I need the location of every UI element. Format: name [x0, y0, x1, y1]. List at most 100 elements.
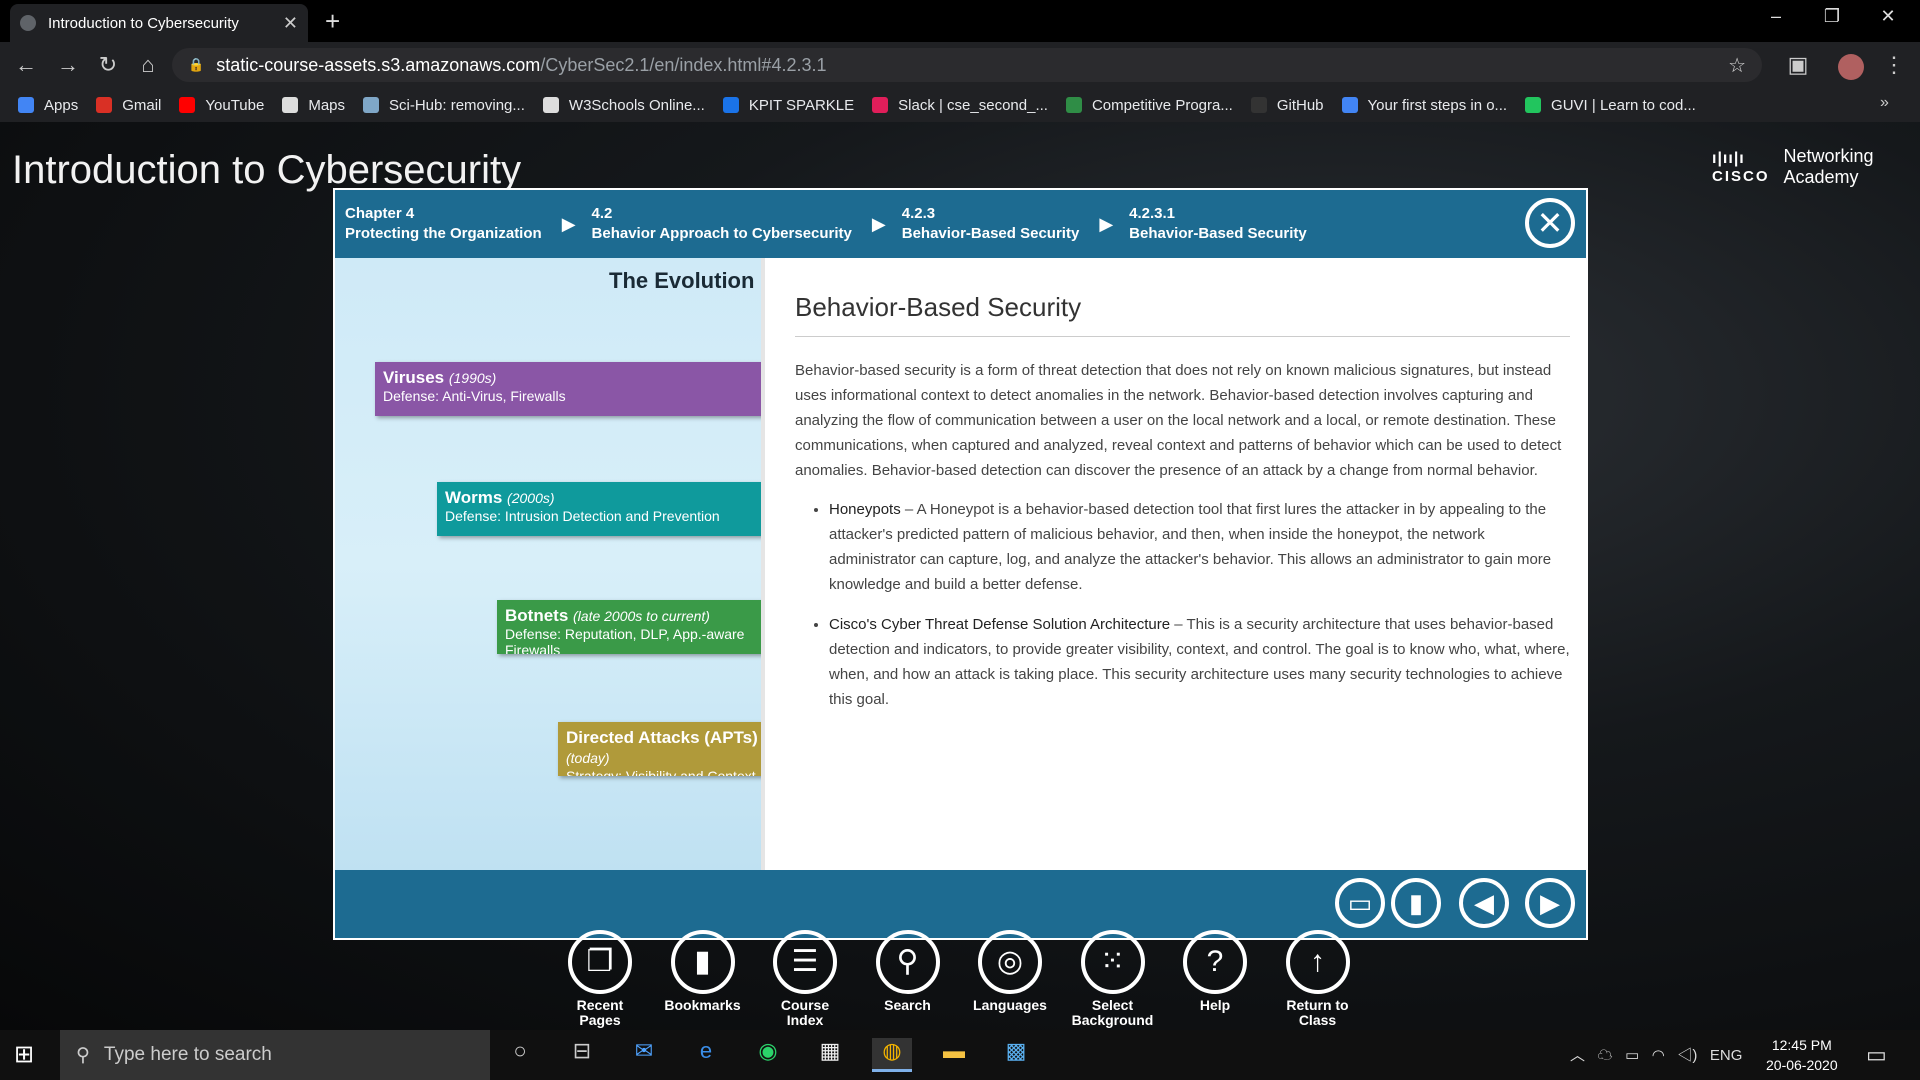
- bookmark-label: YouTube: [205, 96, 265, 114]
- breadcrumb-item[interactable]: 4.2.3.1 Behavior-Based Security: [1119, 190, 1307, 258]
- bookmark-item[interactable]: GitHub: [1250, 97, 1324, 114]
- photos-icon[interactable]: ▩: [996, 1038, 1036, 1072]
- whatsapp-icon[interactable]: ◉: [748, 1038, 788, 1072]
- chevron-up-icon[interactable]: ︿: [1570, 1047, 1585, 1064]
- bookmark-item[interactable]: GUVI | Learn to cod...: [1525, 97, 1696, 114]
- comment-button[interactable]: ▭: [1335, 878, 1385, 928]
- edge-icon[interactable]: e: [686, 1038, 726, 1072]
- breadcrumb-item[interactable]: 4.2 Behavior Approach to Cybersecurity: [582, 190, 852, 258]
- pane-divider[interactable]: [761, 258, 765, 870]
- taskbar-search-placeholder: Type here to search: [103, 1044, 272, 1065]
- breadcrumb-label: Behavior-Based Security: [1129, 225, 1307, 242]
- menu-grid-button[interactable]: ⁙ Select Background: [1065, 930, 1161, 1028]
- breadcrumb-item[interactable]: Chapter 4 Protecting the Organization: [335, 190, 542, 258]
- extension-icon[interactable]: ▣: [1784, 52, 1812, 78]
- task-view-icon[interactable]: ⊟: [562, 1038, 602, 1072]
- menu-help-button[interactable]: ? Help: [1167, 930, 1263, 1013]
- bookmark-item[interactable]: YouTube: [179, 97, 264, 114]
- taskbar-clock[interactable]: 12:45 PM 20-06-2020: [1766, 1035, 1838, 1075]
- brand-line2: Academy: [1783, 167, 1859, 187]
- breadcrumb-number: Chapter 4: [345, 205, 415, 222]
- bookmark-button[interactable]: ▮: [1391, 878, 1441, 928]
- mail-icon[interactable]: ✉: [624, 1038, 664, 1072]
- bookmark-favicon-icon: [1341, 97, 1358, 113]
- menu-arrow-up-button[interactable]: ↑ Return to Class: [1270, 930, 1366, 1028]
- file-explorer-icon[interactable]: ▬: [934, 1038, 974, 1072]
- onedrive-icon[interactable]: ☁: [1598, 1047, 1613, 1064]
- breadcrumb-label: Protecting the Organization: [345, 225, 542, 242]
- article-pane: Behavior-Based Security Behavior-based s…: [767, 258, 1586, 870]
- article-bullets: Honeypots – A Honeypot is a behavior-bas…: [829, 497, 1575, 712]
- more-bookmarks-icon[interactable]: »: [1880, 94, 1889, 112]
- bookmark-item[interactable]: Sci-Hub: removing...: [363, 97, 525, 114]
- bookmark-favicon-icon: [1525, 97, 1542, 113]
- cisco-logo: ı|ıı|ı cisco Networking Academy: [1712, 146, 1874, 188]
- chrome-icon[interactable]: ◍: [872, 1038, 912, 1072]
- cisco-bars-icon: ı|ıı|ı: [1712, 149, 1745, 167]
- clock-date: 20-06-2020: [1766, 1057, 1838, 1073]
- bookmark-item[interactable]: Gmail: [96, 97, 161, 114]
- breadcrumb-number: 4.2: [591, 205, 613, 222]
- breadcrumb-arrow-icon: ▶: [1099, 214, 1114, 234]
- breadcrumb-item[interactable]: 4.2.3 Behavior-Based Security: [892, 190, 1080, 258]
- grid-icon: ⁙: [1080, 930, 1145, 994]
- notifications-icon[interactable]: ▭: [1866, 1042, 1887, 1068]
- breadcrumb-number: 4.2.3.1: [1129, 205, 1176, 222]
- bookmark-item[interactable]: Slack | cse_second_...: [872, 97, 1048, 114]
- bookmark-favicon-icon: [722, 97, 739, 113]
- clock-time: 12:45 PM: [1771, 1037, 1832, 1053]
- close-window-icon[interactable]: ✕: [1868, 6, 1908, 27]
- bookmark-label: Maps: [308, 96, 346, 114]
- back-icon[interactable]: ←: [12, 52, 40, 78]
- avatar[interactable]: [1838, 54, 1864, 80]
- forward-icon[interactable]: →: [54, 52, 82, 78]
- windows-start-icon[interactable]: ⊞: [14, 1040, 34, 1069]
- bookmark-star-icon[interactable]: ☆: [1728, 53, 1746, 78]
- close-tab-icon[interactable]: ✕: [283, 13, 298, 34]
- menu-recent-pages-button[interactable]: ❐ Recent Pages: [552, 930, 648, 1028]
- arrow-up-icon: ↑: [1285, 930, 1350, 994]
- bookmark-favicon-icon: [542, 97, 559, 113]
- bookmark-item[interactable]: W3Schools Online...: [542, 97, 705, 114]
- menu-bookmark-button[interactable]: ▮ Bookmarks: [655, 930, 751, 1013]
- article-bullet: Cisco's Cyber Threat Defense Solution Ar…: [829, 612, 1575, 712]
- bookmark-item[interactable]: Maps: [282, 97, 345, 114]
- language-indicator[interactable]: ENG: [1710, 1047, 1743, 1064]
- menu-search-button[interactable]: ⚲ Search: [860, 930, 956, 1013]
- bookmark-label: Competitive Progra...: [1091, 96, 1233, 114]
- threat-card: Worms (2000s) Defense: Intrusion Detectio…: [437, 482, 761, 536]
- bookmark-item[interactable]: Apps: [18, 97, 78, 114]
- close-modal-button[interactable]: ✕: [1525, 198, 1575, 248]
- browser-tab[interactable]: Introduction to Cybersecurity ✕: [10, 4, 308, 42]
- bookmark-label: Slack | cse_second_...: [898, 96, 1048, 114]
- bookmark-item[interactable]: KPIT SPARKLE: [722, 97, 854, 114]
- previous-button[interactable]: ◀: [1459, 878, 1509, 928]
- restore-icon[interactable]: ❐: [1812, 6, 1852, 27]
- taskbar-search[interactable]: ⚲ Type here to search: [60, 1030, 490, 1080]
- next-button[interactable]: ▶: [1525, 878, 1575, 928]
- chevron-left-icon: ◀: [1474, 888, 1494, 918]
- minimize-icon[interactable]: –: [1756, 6, 1796, 27]
- menu-globe-button[interactable]: ◎ Languages: [962, 930, 1058, 1013]
- battery-icon[interactable]: ▭: [1625, 1047, 1639, 1064]
- menu-kebab-icon[interactable]: ⋮: [1880, 52, 1908, 78]
- bookmark-item[interactable]: Competitive Progra...: [1065, 96, 1233, 114]
- content-modal: Chapter 4 Protecting the Organization ▶ 4.2…: [333, 188, 1588, 940]
- bookmark-label: Sci-Hub: removing...: [389, 96, 525, 114]
- wifi-icon[interactable]: ◠: [1652, 1047, 1665, 1064]
- reload-icon[interactable]: ↻: [94, 52, 122, 78]
- bullet-text: – A Honeypot is a behavior-based detecti…: [829, 501, 1552, 593]
- address-bar[interactable]: 🔒 static-course-assets.s3.amazonaws.com/…: [172, 48, 1762, 82]
- menu-label: Return to Class: [1286, 997, 1349, 1028]
- bookmark-favicon-icon: [179, 97, 196, 113]
- bookmark-item[interactable]: Your first steps in o...: [1341, 97, 1507, 114]
- cortana-icon[interactable]: ○: [500, 1038, 540, 1072]
- home-icon[interactable]: ⌂: [134, 52, 162, 78]
- search-icon: ⚲: [76, 1044, 90, 1066]
- store-icon[interactable]: ▦: [810, 1038, 850, 1072]
- new-tab-icon[interactable]: +: [325, 6, 340, 37]
- bookmark-label: Apps: [44, 96, 79, 114]
- system-tray[interactable]: ︿ ☁ ▭ ◠ ◁) ENG: [1570, 1044, 1742, 1065]
- volume-icon[interactable]: ◁): [1677, 1047, 1697, 1064]
- menu-menu-list-button[interactable]: ☰ Course Index: [757, 930, 853, 1028]
